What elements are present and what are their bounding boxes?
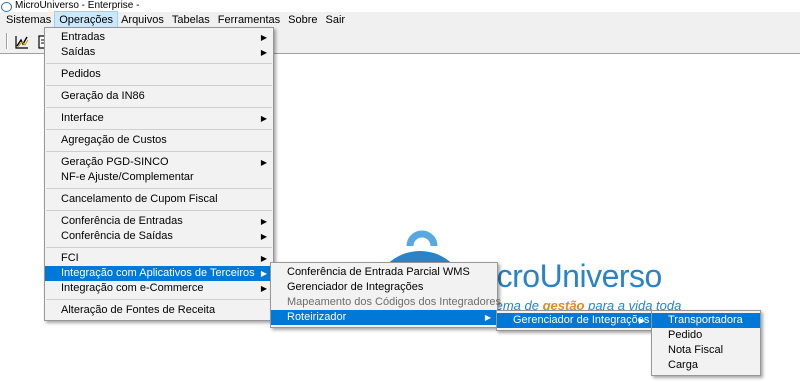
submenu-arrow-icon: ▶ <box>484 313 491 322</box>
gerenciador-submenu: Transportadora Pedido Nota Fiscal Carga <box>651 310 761 376</box>
menu-separator <box>45 207 273 214</box>
submenu-arrow-icon: ▶ <box>260 254 267 263</box>
menu-item-pedidos[interactable]: Pedidos <box>45 67 273 82</box>
operacoes-menu: Entradas ▶ Saídas ▶ Pedidos Geração da IN8… <box>44 27 274 321</box>
menu-item-geracao-pgd-sinco[interactable]: Geração PGD-SINCO ▶ <box>45 155 273 170</box>
menu-separator <box>45 104 273 111</box>
menu-separator <box>45 60 273 67</box>
menu-item-conferencia-entradas[interactable]: Conferência de Entradas ▶ <box>45 214 273 229</box>
menu-separator <box>45 82 273 89</box>
submenu-arrow-icon: ▶ <box>260 33 267 42</box>
toolbar-separator <box>6 33 8 49</box>
toolbar-chart-button[interactable] <box>12 32 32 51</box>
menu-item-roteirizador[interactable]: Roteirizador ▶ <box>271 310 497 325</box>
submenu-arrow-icon: ▶ <box>260 269 267 278</box>
menu-item-conferencia-wms[interactable]: Conferência de Entrada Parcial WMS <box>271 265 497 280</box>
menu-item-cancelamento-cupom[interactable]: Cancelamento de Cupom Fiscal <box>45 192 273 207</box>
menu-item-entradas[interactable]: Entradas ▶ <box>45 30 273 45</box>
window-title: MicroUniverso - Enterprise - <box>15 0 140 11</box>
app-icon <box>1 1 12 12</box>
menu-separator <box>45 126 273 133</box>
menu-separator <box>45 296 273 303</box>
menu-separator <box>45 244 273 251</box>
title-bar: MicroUniverso - Enterprise - <box>0 0 800 12</box>
menu-item-conferencia-saidas[interactable]: Conferência de Saídas ▶ <box>45 229 273 244</box>
menu-item-integracao-terceiros[interactable]: Integração com Aplicativos de Terceiros ▶ <box>45 266 273 281</box>
integracao-submenu: Conferência de Entrada Parcial WMS Geren… <box>270 262 502 328</box>
menu-item-alteracao-fontes[interactable]: Alteração de Fontes de Receita <box>45 303 273 318</box>
menu-item-interface[interactable]: Interface ▶ <box>45 111 273 126</box>
submenu-arrow-icon: ▶ <box>260 232 267 241</box>
menu-sobre[interactable]: Sobre <box>284 12 321 29</box>
menu-separator <box>45 148 273 155</box>
menu-item-transportadora[interactable]: Transportadora <box>652 313 760 328</box>
menu-item-integracao-ecommerce[interactable]: Integração com e-Commerce ▶ <box>45 281 273 296</box>
chart-icon <box>15 35 29 49</box>
logo-text: icroUniverso <box>490 258 662 294</box>
menu-item-nfe-ajuste[interactable]: NF-e Ajuste/Complementar <box>45 170 273 185</box>
roteirizador-submenu: Gerenciador de Integrações ▶ <box>496 310 652 331</box>
menu-sair[interactable]: Sair <box>322 12 350 29</box>
menu-item-agregacao-custos[interactable]: Agregação de Custos <box>45 133 273 148</box>
menu-item-geracao-in86[interactable]: Geração da IN86 <box>45 89 273 104</box>
menu-item-pedido[interactable]: Pedido <box>652 328 760 343</box>
menu-item-fci[interactable]: FCI ▶ <box>45 251 273 266</box>
submenu-arrow-icon: ▶ <box>260 114 267 123</box>
submenu-arrow-icon: ▶ <box>260 284 267 293</box>
menu-item-nota-fiscal[interactable]: Nota Fiscal <box>652 343 760 358</box>
menu-item-gerenciador-integracoes[interactable]: Gerenciador de Integrações <box>271 280 497 295</box>
submenu-arrow-icon: ▶ <box>260 217 267 226</box>
menu-item-mapeamento-codigos: Mapeamento dos Códigos dos Integradores <box>287 296 502 308</box>
menu-item-roteirizador-gerenciador[interactable]: Gerenciador de Integrações ▶ <box>497 313 651 328</box>
menu-separator <box>45 185 273 192</box>
submenu-arrow-icon: ▶ <box>260 48 267 57</box>
submenu-arrow-icon: ▶ <box>260 158 267 167</box>
submenu-arrow-icon: ▶ <box>638 316 645 325</box>
menu-item-saidas[interactable]: Saídas ▶ <box>45 45 273 60</box>
menu-item-carga[interactable]: Carga <box>652 358 760 373</box>
